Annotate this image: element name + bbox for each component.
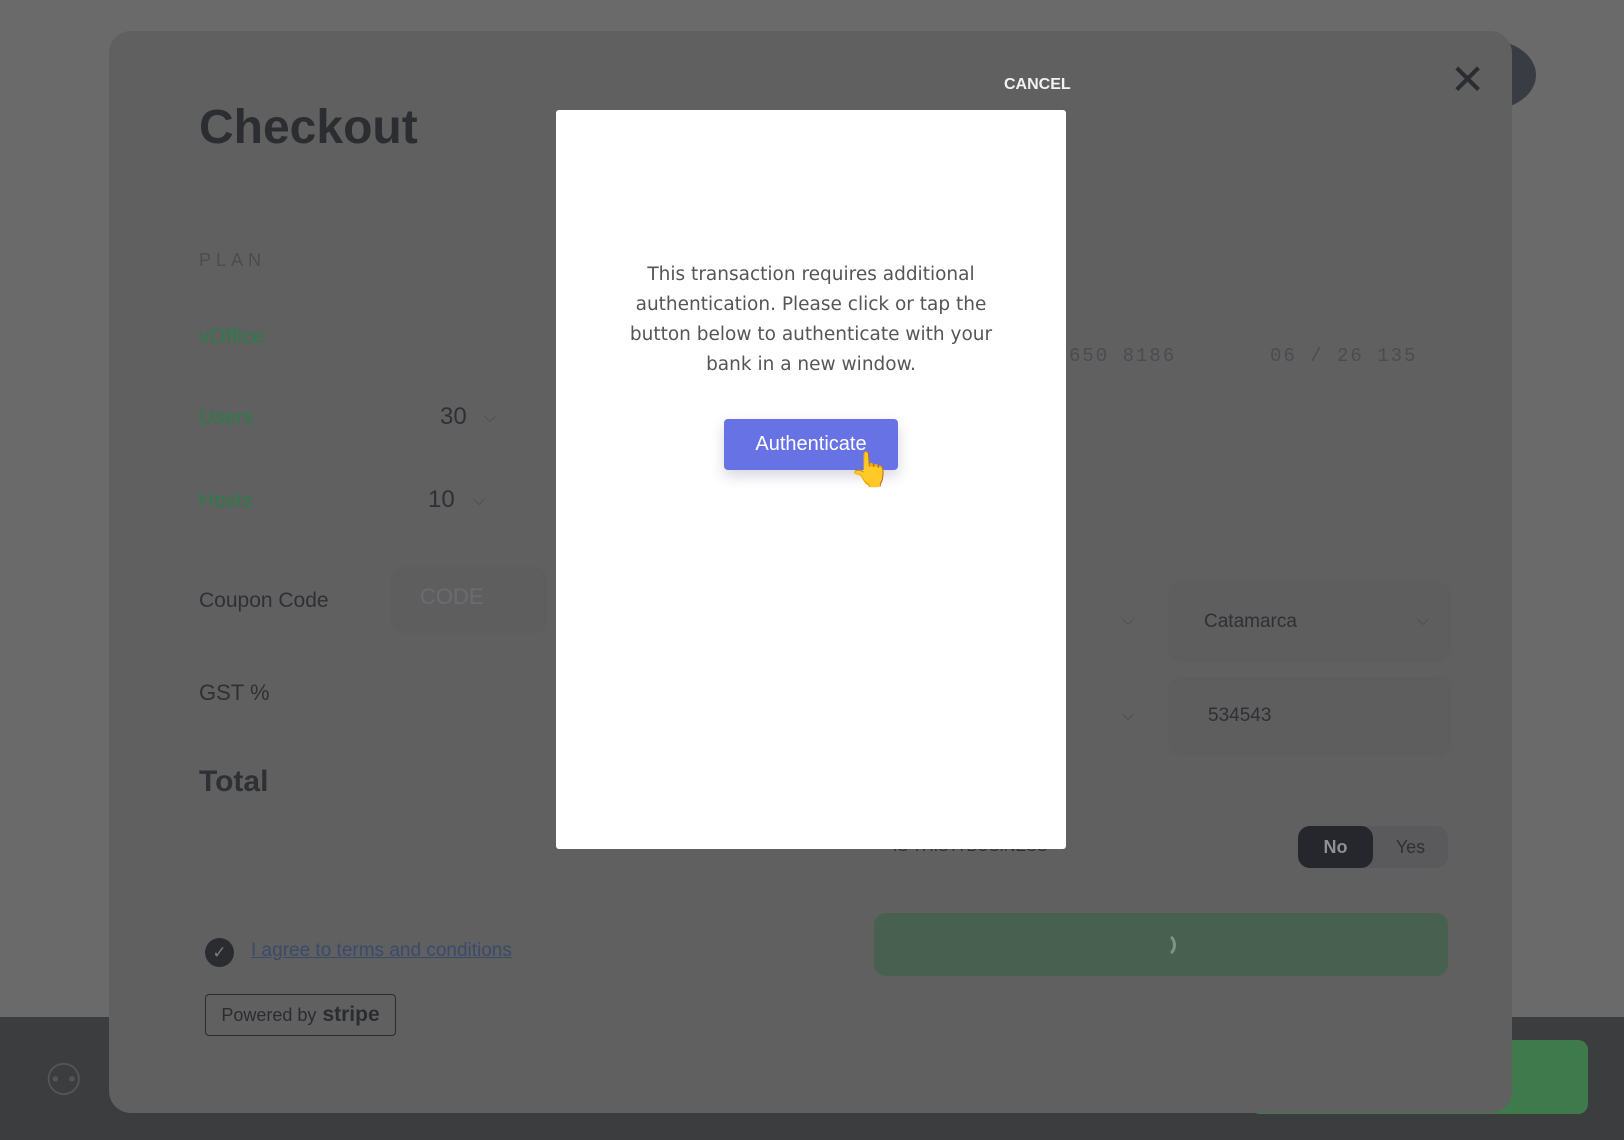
coupon-label: Coupon Code	[199, 589, 329, 612]
close-icon[interactable]: ✕	[1450, 55, 1485, 104]
powered-by-text: Powered by	[221, 1004, 317, 1025]
app-logo-icon: ⚇	[44, 1056, 84, 1105]
stripe-logo: stripe	[322, 1003, 380, 1026]
chevron-down-icon: ⌵	[1417, 612, 1430, 629]
authentication-modal: This transaction requires additional aut…	[556, 110, 1066, 849]
powered-by-stripe-badge[interactable]: Powered by stripe	[205, 994, 396, 1036]
chevron-down-icon: ⌵	[1122, 612, 1135, 629]
card-number-field[interactable]: 650 8186	[1069, 345, 1176, 367]
users-select[interactable]: 30	[440, 403, 467, 431]
business-yes-option[interactable]: Yes	[1373, 826, 1448, 868]
plan-heading: PLAN	[199, 250, 267, 270]
gst-label: GST %	[199, 680, 270, 705]
coupon-input[interactable]: CODE	[394, 570, 544, 630]
postal-value: 534543	[1208, 705, 1272, 726]
terms-link[interactable]: I agree to terms and conditions	[251, 940, 512, 962]
authentication-message: This transaction requires additional aut…	[629, 264, 993, 375]
chevron-down-icon: ⌵	[1122, 707, 1135, 724]
chevron-down-icon: ⌵	[473, 492, 486, 509]
total-label: Total	[199, 765, 269, 798]
cancel-button[interactable]: CANCEL	[1004, 76, 1071, 94]
chevron-down-icon: ⌵	[484, 409, 497, 426]
page-title: Checkout	[199, 101, 418, 154]
users-label: Users	[199, 406, 254, 429]
card-expiry-cvc-field[interactable]: 06 / 26 135	[1270, 345, 1417, 367]
hosts-select[interactable]: 10	[428, 486, 455, 514]
plan-name: vOffice	[199, 325, 264, 348]
business-no-option[interactable]: No	[1298, 826, 1373, 868]
hand-cursor-icon: 👆	[849, 451, 892, 489]
hosts-label: Hosts	[199, 489, 253, 512]
state-value: Catamarca	[1204, 611, 1297, 632]
business-toggle: No Yes	[1298, 826, 1448, 868]
spinner-icon	[1150, 932, 1176, 958]
check-icon[interactable]: ✓	[205, 938, 234, 967]
